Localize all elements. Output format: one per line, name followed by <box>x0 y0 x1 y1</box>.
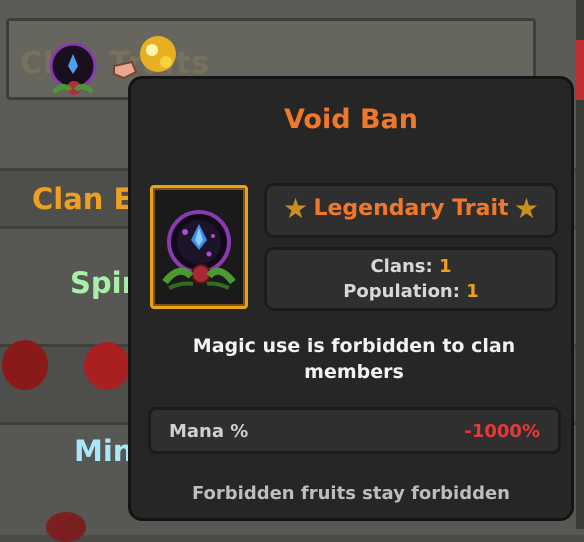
golden-trait-icon <box>140 36 176 72</box>
population-label: Population: <box>343 281 460 302</box>
fruit-icon[interactable] <box>84 342 130 390</box>
rarity-badge: ★ Legendary Trait ★ <box>264 183 558 238</box>
star-icon: ★ <box>513 192 539 225</box>
fruit-icon[interactable] <box>2 340 48 390</box>
modifier-value: -1000% <box>464 421 540 442</box>
trait-stats: Clans: 1 Population: 1 <box>264 247 558 311</box>
void-ban-orb-icon <box>162 210 236 290</box>
flavor-text: Forbidden fruits stay forbidden <box>191 483 511 504</box>
void-ban-orb-icon <box>49 42 97 95</box>
trait-title: Void Ban <box>284 104 418 135</box>
modifier-row: Mana % -1000% <box>148 407 561 454</box>
clans-label: Clans: <box>370 256 433 277</box>
clans-stat: Clans: 1 <box>267 254 555 279</box>
clans-value: 1 <box>439 256 452 277</box>
population-value: 1 <box>466 281 479 302</box>
scrollbar-thumb[interactable] <box>576 40 584 100</box>
trait-tooltip: Void Ban ★ Legendary Trait ★ Clans: 1 Po… <box>128 76 574 521</box>
modifier-label: Mana % <box>169 421 249 442</box>
trait-icon-frame <box>150 185 248 309</box>
population-stat: Population: 1 <box>267 279 555 304</box>
rarity-label: Legendary Trait <box>313 196 509 221</box>
pointer-hand-icon <box>113 60 138 80</box>
fruit-icon[interactable] <box>46 512 86 542</box>
trait-description: Magic use is forbidden to clan members <box>192 335 516 383</box>
